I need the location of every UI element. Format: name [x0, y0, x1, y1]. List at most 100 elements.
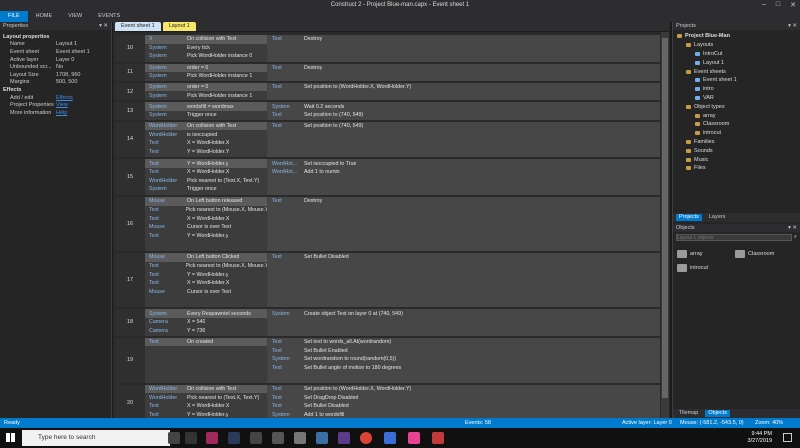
condition-row[interactable]: Text On created: [145, 337, 267, 347]
event-conditions[interactable]: System order = 0 System Pick WordHolder ins…: [145, 63, 267, 81]
condition-row[interactable]: System wordsfill = wordmax: [145, 102, 267, 111]
notification-icon[interactable]: [783, 433, 792, 442]
app-icon[interactable]: [384, 432, 396, 444]
project-tree-item[interactable]: Object types: [673, 102, 800, 111]
taskbar-search[interactable]: Type here to search: [22, 430, 170, 446]
project-tree-item[interactable]: introcut: [673, 129, 800, 138]
action-row[interactable]: Text Destroy: [268, 35, 660, 44]
project-tree-item[interactable]: array: [673, 111, 800, 120]
ribbon-tab-file[interactable]: FILE: [0, 11, 28, 22]
event-block[interactable]: 18 System Every Respawntel seconds Camera X …: [115, 308, 660, 336]
object-item[interactable]: introcut: [677, 261, 735, 275]
project-tree-item[interactable]: Classroom: [673, 120, 800, 129]
object-item[interactable]: array: [677, 247, 735, 261]
condition-row[interactable]: System Trigger once: [145, 185, 267, 194]
condition-row[interactable]: System order = 0: [145, 63, 267, 73]
construct-icon[interactable]: [294, 432, 306, 444]
event-block[interactable]: 20 WordHolder On collision with Text WordHo…: [115, 383, 660, 418]
condition-row[interactable]: System Pick WordHolder instance 1: [145, 91, 267, 100]
event-conditions[interactable]: Text On created: [145, 337, 267, 383]
event-conditions[interactable]: Text Y = WordHolder.y Text X = WordHolder.X…: [145, 159, 267, 196]
clock[interactable]: 9:44 PM 3/27/2019: [748, 431, 772, 445]
objects-search-input[interactable]: [676, 234, 792, 241]
project-tree-item[interactable]: IntroCut: [673, 50, 800, 59]
condition-row[interactable]: System Trigger once: [145, 111, 267, 120]
tab-projects[interactable]: Projects: [676, 214, 702, 221]
event-conditions[interactable]: Mouse On Left button Clicked Text Pick near…: [145, 253, 267, 308]
condition-row[interactable]: System Pick WordHolder instance 0: [145, 52, 267, 61]
property-link[interactable]: Effects: [56, 95, 111, 101]
condition-row[interactable]: Text Y = WordHolder.y: [145, 231, 267, 240]
event-conditions[interactable]: Mouse On Left button released Text Pick nea…: [145, 197, 267, 252]
action-row[interactable]: System Set wordrandom to round(random(0,5…: [268, 355, 660, 364]
condition-row[interactable]: Text Y = WordHolder.y: [145, 270, 267, 279]
event-actions[interactable]: WordHol... Set isoccupied to True WordHol.…: [268, 159, 660, 196]
mic-icon[interactable]: [168, 432, 180, 444]
event-block[interactable]: 19 Text On created Text Set text to words_al…: [115, 336, 660, 383]
condition-row[interactable]: System Every tick: [145, 44, 267, 53]
project-tree-item[interactable]: intro: [673, 85, 800, 94]
steam-icon[interactable]: [228, 432, 240, 444]
condition-row[interactable]: Mouse On Left button Clicked: [145, 253, 267, 262]
property-category[interactable]: Effects: [0, 86, 111, 94]
app-icon[interactable]: [432, 432, 444, 444]
event-block[interactable]: 16 Mouse On Left button released Text Pick n…: [115, 196, 660, 252]
event-block[interactable]: 14 WordHolder On collision with Text WordHo…: [115, 120, 660, 158]
ribbon-tab-view[interactable]: VIEW: [60, 11, 90, 22]
event-sheet[interactable]: 10 X On collision with Text System Every tic…: [113, 32, 670, 418]
scrollbar-thumb[interactable]: [662, 38, 668, 398]
app-icon[interactable]: [206, 432, 218, 444]
action-row[interactable]: System Wait 0.2 seconds: [268, 102, 660, 111]
event-conditions[interactable]: System Every Respawntel seconds Camera X = …: [145, 309, 267, 336]
property-category[interactable]: Layout properties: [0, 33, 111, 41]
action-row[interactable]: Text Set position to (WordHolder.X, WordH…: [268, 385, 660, 394]
app-icon[interactable]: [338, 432, 350, 444]
property-link[interactable]: View: [56, 102, 111, 108]
event-block[interactable]: 15 Text Y = WordHolder.y Text X = WordHolder…: [115, 158, 660, 196]
action-row[interactable]: Text Set Bullet Disabled: [268, 402, 660, 411]
condition-row[interactable]: Text X = WordHolder.X: [145, 168, 267, 177]
event-actions[interactable]: Text Set text to words_all.At(wordrandom)…: [268, 337, 660, 383]
condition-row[interactable]: Text Pick nearest to (Mouse.X, Mouse.Y): [145, 262, 267, 271]
condition-row[interactable]: System Pick WordHolder instance 1: [145, 72, 267, 81]
condition-row[interactable]: Mouse On Left button released: [145, 197, 267, 206]
search-icon[interactable]: ⌕: [794, 234, 797, 241]
condition-row[interactable]: Mouse Cursor is over Text: [145, 223, 267, 232]
event-conditions[interactable]: WordHolder On collision with Text WordHold…: [145, 384, 267, 418]
event-conditions[interactable]: System order = 0 System Pick WordHolder ins…: [145, 82, 267, 101]
event-conditions[interactable]: System wordsfill = wordmax System Trigger o…: [145, 102, 267, 120]
action-row[interactable]: WordHol... Set isoccupied to True: [268, 159, 660, 168]
condition-row[interactable]: Text X = WordHolder.X: [145, 279, 267, 288]
app-icon[interactable]: [316, 432, 328, 444]
minimize-icon[interactable]: –: [762, 1, 766, 9]
action-row[interactable]: Text Set text to words_all.At(wordrandom): [268, 338, 660, 347]
condition-row[interactable]: WordHolder On collision with Text: [145, 121, 267, 131]
event-actions[interactable]: System Create object Text on layer 0 at (…: [268, 309, 660, 336]
project-tree-item[interactable]: Families: [673, 138, 800, 147]
action-row[interactable]: Text Set DragDrop Disabled: [268, 393, 660, 402]
action-row[interactable]: Text Destroy: [268, 64, 660, 73]
project-tree-item[interactable]: Music: [673, 155, 800, 164]
event-actions[interactable]: Text Set position to (740, 549): [268, 121, 660, 158]
project-tree-item[interactable]: Sounds: [673, 146, 800, 155]
event-conditions[interactable]: WordHolder On collision with Text WordHold…: [145, 121, 267, 158]
condition-row[interactable]: System Every Respawntel seconds: [145, 309, 267, 318]
action-row[interactable]: Text Set Bullet Enabled: [268, 346, 660, 355]
close-icon[interactable]: ✕: [790, 1, 796, 9]
event-block[interactable]: 13 System wordsfill = wordmax System Trigger…: [115, 101, 660, 120]
condition-row[interactable]: WordHolder is isoccupied: [145, 130, 267, 139]
event-actions[interactable]: System Wait 0.2 seconds Text Set position t…: [268, 102, 660, 120]
action-row[interactable]: Text Set position to (740, 549): [268, 122, 660, 131]
event-actions[interactable]: Text Set position to (WordHolder.X, WordH…: [268, 82, 660, 101]
condition-row[interactable]: Text X = WordHolder.X: [145, 214, 267, 223]
panel-controls-icon[interactable]: ▾ ✕: [788, 23, 797, 29]
project-tree-item[interactable]: Event sheets: [673, 67, 800, 76]
project-tree-item[interactable]: Project Blue-Man: [673, 32, 800, 41]
event-block[interactable]: 12 System order = 0 System Pick WordHolder i…: [115, 81, 660, 101]
maximize-icon[interactable]: □: [776, 1, 780, 9]
condition-row[interactable]: WordHolder On collision with Text: [145, 384, 267, 394]
folder-icon[interactable]: [250, 432, 262, 444]
tab-tilemap[interactable]: Tilemap: [676, 410, 701, 417]
event-actions[interactable]: Text Set Bullet Disabled: [268, 253, 660, 308]
windows-start-icon[interactable]: [6, 433, 15, 442]
